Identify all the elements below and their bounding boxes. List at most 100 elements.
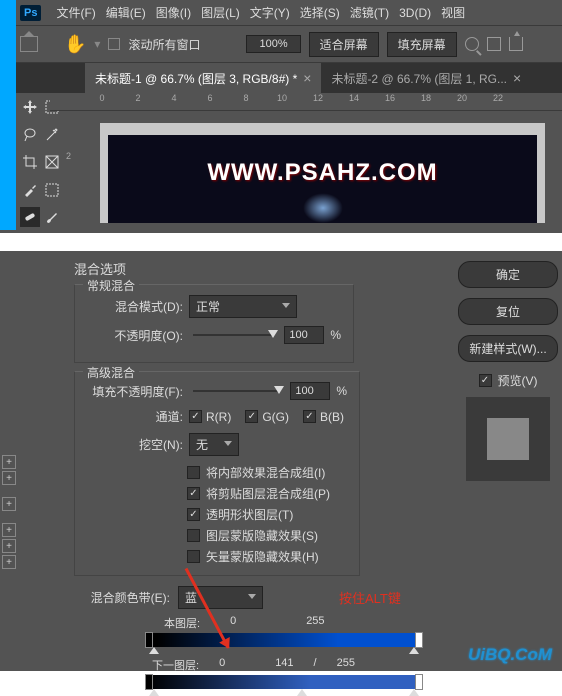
clipped-layers-label: 将剪贴图层混合成组(P) — [206, 485, 330, 502]
search-icon[interactable] — [465, 37, 479, 51]
slider-handle-icon[interactable] — [409, 689, 419, 696]
close-icon[interactable]: × — [513, 70, 521, 86]
home-icon[interactable] — [20, 36, 38, 52]
channel-r-checkbox[interactable] — [189, 410, 202, 423]
channel-b-checkbox[interactable] — [303, 410, 316, 423]
tab-1-title: 未标题-1 @ 66.7% (图层 3, RGB/8#) * — [95, 70, 297, 87]
preview-checkbox[interactable] — [479, 374, 492, 387]
percent-label: % — [330, 328, 341, 342]
gradient-stop-black[interactable] — [145, 632, 153, 648]
under-layer-low: 0 — [219, 657, 225, 673]
opacity-slider[interactable] — [193, 334, 274, 336]
slider-handle-icon[interactable] — [297, 689, 307, 696]
menu-3d[interactable]: 3D(D) — [394, 6, 436, 20]
gradient-stop-black[interactable] — [145, 674, 153, 690]
general-blend-group: 常规混合 混合模式(D): 正常 不透明度(O): 100 % — [74, 284, 354, 363]
tab-document-1[interactable]: 未标题-1 @ 66.7% (图层 3, RGB/8#) * × — [85, 63, 321, 93]
transparency-shapes-checkbox[interactable] — [187, 508, 200, 521]
vertical-ruler: 2 — [64, 111, 82, 201]
layer-mask-hides-label: 图层蒙版隐藏效果(S) — [206, 527, 318, 544]
menu-view[interactable]: 视图 — [436, 4, 470, 21]
fill-opacity-slider[interactable] — [193, 390, 280, 392]
preview-label: 预览(V) — [498, 372, 538, 389]
gradient-stop-white[interactable] — [415, 632, 423, 648]
vector-mask-hides-label: 矢量蒙版隐藏效果(H) — [206, 548, 319, 565]
add-effect-button[interactable]: + — [2, 555, 16, 569]
general-blend-legend: 常规混合 — [83, 277, 139, 294]
add-effect-button[interactable]: + — [2, 497, 16, 511]
channel-label: 通道: — [87, 408, 183, 425]
menu-filter[interactable]: 滤镜(T) — [345, 4, 394, 21]
fill-opacity-label: 填充不透明度(F): — [87, 383, 183, 400]
slider-handle-icon[interactable] — [149, 647, 159, 654]
channel-r-label: R(R) — [206, 410, 231, 424]
menu-layer[interactable]: 图层(L) — [196, 4, 245, 21]
reset-button[interactable]: 复位 — [458, 298, 558, 325]
ps-logo-icon: Ps — [20, 5, 41, 21]
glow-graphic — [303, 193, 343, 223]
document-tabs: 未标题-1 @ 66.7% (图层 3, RGB/8#) * × 未标题-2 @… — [0, 63, 562, 93]
menu-image[interactable]: 图像(I) — [151, 4, 196, 21]
blend-mode-label: 混合模式(D): — [87, 298, 183, 315]
hand-tool-icon[interactable]: ✋ — [64, 34, 86, 55]
slider-handle-icon[interactable] — [409, 647, 419, 654]
crop-tool-icon[interactable] — [20, 152, 40, 172]
gradient-stop-white[interactable] — [415, 674, 423, 690]
channel-g-label: G(G) — [262, 410, 289, 424]
fill-screen-button[interactable]: 填充屏幕 — [387, 32, 457, 57]
under-layer-label: 下一图层: — [152, 657, 199, 673]
tab-2-title: 未标题-2 @ 66.7% (图层 1, RG... — [331, 70, 507, 87]
preview-swatch — [466, 397, 550, 481]
tab-document-2[interactable]: 未标题-2 @ 66.7% (图层 1, RG... × — [321, 63, 531, 93]
watermark-text: WWW.PSAHZ.COM — [108, 135, 537, 187]
zoom-input[interactable]: 100% — [246, 35, 300, 53]
fit-screen-button[interactable]: 适合屏幕 — [309, 32, 379, 57]
alt-hint-text: 按住ALT键 — [339, 588, 401, 607]
layer-style-dialog: + + + + + + 混合选项 常规混合 混合模式(D): 正常 不透明度(O… — [0, 251, 562, 671]
canvas[interactable]: WWW.PSAHZ.COM — [100, 123, 545, 223]
interior-effects-checkbox[interactable] — [187, 466, 200, 479]
channel-g-checkbox[interactable] — [245, 410, 258, 423]
ok-button[interactable]: 确定 — [458, 261, 558, 288]
add-effect-button[interactable]: + — [2, 471, 16, 485]
share-icon[interactable] — [509, 37, 523, 51]
scroll-all-checkbox[interactable] — [108, 38, 120, 50]
menu-select[interactable]: 选择(S) — [295, 4, 345, 21]
menu-edit[interactable]: 编辑(E) — [101, 4, 151, 21]
eyedropper-tool-icon[interactable] — [20, 180, 40, 200]
add-effect-button[interactable]: + — [2, 523, 16, 537]
add-effect-button[interactable]: + — [2, 539, 16, 553]
clipped-layers-checkbox[interactable] — [187, 487, 200, 500]
close-icon[interactable]: × — [303, 70, 311, 86]
slider-handle-icon[interactable] — [149, 689, 159, 696]
heal-tool-icon[interactable] — [20, 207, 40, 227]
opacity-input[interactable]: 100 — [284, 326, 324, 344]
horizontal-ruler: 0246810121416182022 — [50, 93, 562, 111]
lasso-tool-icon[interactable] — [20, 125, 40, 145]
under-layer-gradient[interactable] — [149, 675, 419, 689]
this-layer-high: 255 — [306, 615, 324, 631]
frame-icon[interactable] — [487, 37, 501, 51]
dialog-left-strip: + + + + + + — [0, 289, 20, 571]
blend-mode-select[interactable]: 正常 — [189, 295, 297, 318]
menu-type[interactable]: 文字(Y) — [245, 4, 295, 21]
workspace: 0246810121416182022 2 WWW.PSAHZ.COM — [0, 93, 562, 233]
fill-opacity-input[interactable]: 100 — [290, 382, 330, 400]
vector-mask-hides-checkbox[interactable] — [187, 550, 200, 563]
interior-effects-label: 将内部效果混合成组(I) — [206, 464, 325, 481]
blend-if-select[interactable]: 蓝 — [178, 586, 263, 609]
this-layer-gradient[interactable] — [149, 633, 419, 647]
advanced-blend-group: 高级混合 填充不透明度(F): 100 % 通道: R(R) G(G) B(B)… — [74, 371, 360, 576]
move-tool-icon[interactable] — [20, 97, 40, 117]
knockout-select[interactable]: 无 — [189, 433, 239, 456]
transparency-shapes-label: 透明形状图层(T) — [206, 506, 293, 523]
canvas-area: 0246810121416182022 2 WWW.PSAHZ.COM — [50, 93, 562, 233]
menu-file[interactable]: 文件(F) — [51, 4, 100, 21]
layer-mask-hides-checkbox[interactable] — [187, 529, 200, 542]
this-layer-low: 0 — [230, 615, 236, 631]
add-effect-button[interactable]: + — [2, 455, 16, 469]
new-style-button[interactable]: 新建样式(W)... — [458, 335, 558, 362]
under-layer-high: 255 — [337, 657, 355, 673]
under-layer-mid: 141 — [275, 657, 293, 673]
knockout-label: 挖空(N): — [87, 436, 183, 453]
